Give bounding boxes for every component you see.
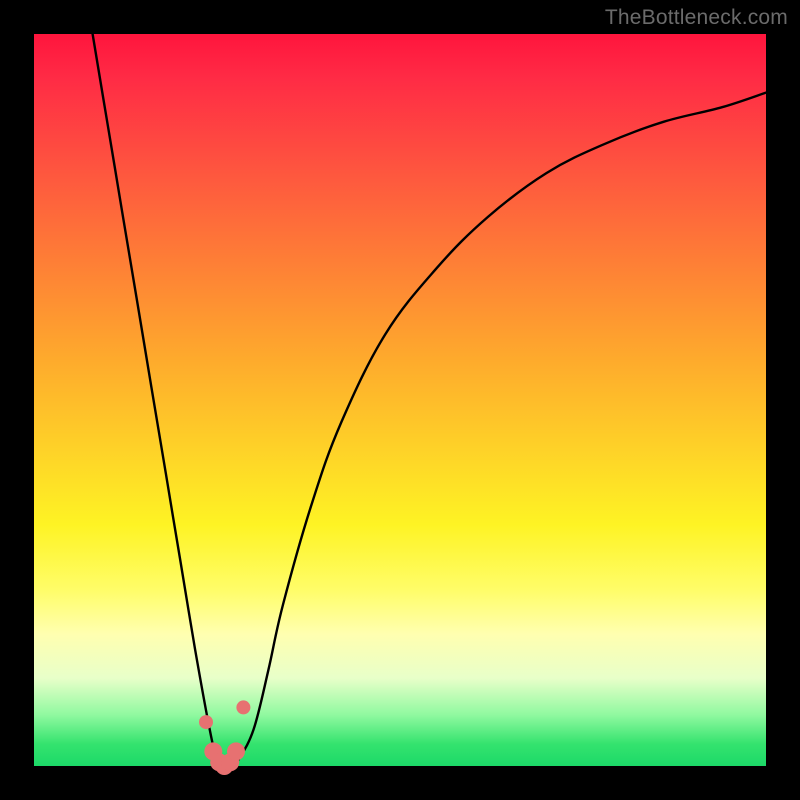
curve-layer — [34, 34, 766, 766]
bottleneck-curve — [93, 34, 766, 767]
watermark-text: TheBottleneck.com — [605, 6, 788, 30]
valley-marker — [236, 700, 250, 714]
valley-marker — [227, 742, 245, 760]
plot-area — [34, 34, 766, 766]
valley-marker — [199, 715, 213, 729]
chart-frame: TheBottleneck.com — [0, 0, 800, 800]
